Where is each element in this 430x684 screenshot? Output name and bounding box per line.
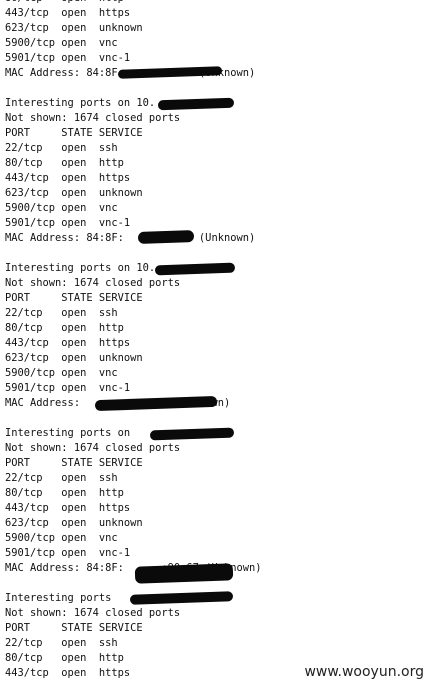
terminal-line: 443/tcp open https [5, 502, 131, 514]
terminal-line: 5901/tcp open vnc-1 [5, 547, 131, 559]
terminal-line: Not shown: 1674 closed ports [5, 442, 181, 454]
terminal-line: 5900/tcp open vnc [5, 202, 118, 214]
terminal-line: 443/tcp open https [5, 667, 131, 679]
terminal-line: MAC Address: 84:8F: : : :4D (Unknown) [5, 232, 256, 244]
terminal-line: Not shown: 1674 closed ports [5, 607, 181, 619]
terminal-line: 22/tcp open ssh [5, 472, 118, 484]
terminal-line: 5901/tcp open vnc-1 [5, 382, 131, 394]
terminal-line: 443/tcp open https [5, 172, 131, 184]
terminal-line: 5900/tcp open vnc [5, 367, 118, 379]
terminal-line: Not shown: 1674 closed ports [5, 112, 181, 124]
terminal-line: 443/tcp open https [5, 7, 131, 19]
terminal-line: 5900/tcp open vnc [5, 37, 118, 49]
terminal-line: PORT STATE SERVICE [5, 457, 143, 469]
terminal-line: 80/tcp open http [5, 652, 124, 664]
terminal-line: 623/tcp open unknown [5, 352, 143, 364]
terminal-line: 80/tcp open http [5, 487, 124, 499]
terminal-line: PORT STATE SERVICE [5, 622, 143, 634]
terminal-line: 623/tcp open unknown [5, 187, 143, 199]
terminal-line: 22/tcp open ssh [5, 307, 118, 319]
watermark: www.wooyun.org [302, 664, 426, 680]
terminal-line: 22/tcp open ssh [5, 637, 118, 649]
terminal-line: PORT STATE SERVICE [5, 127, 143, 139]
terminal-line: 443/tcp open https [5, 337, 131, 349]
terminal-line: 5900/tcp open vnc [5, 532, 118, 544]
terminal-line: 80/tcp open http [5, 157, 124, 169]
terminal-line: 623/tcp open unknown [5, 517, 143, 529]
terminal-line: PORT STATE SERVICE [5, 292, 143, 304]
terminal-line: 5901/tcp open vnc-1 [5, 52, 131, 64]
terminal-line: 5901/tcp open vnc-1 [5, 217, 131, 229]
terminal-line: 623/tcp open unknown [5, 22, 143, 34]
redaction-mark [134, 563, 234, 584]
terminal-line: 22/tcp open ssh [5, 142, 118, 154]
redaction-mark [137, 230, 195, 244]
terminal-line: Not shown: 1674 closed ports [5, 277, 181, 289]
terminal-line: 80/tcp open http [5, 322, 124, 334]
